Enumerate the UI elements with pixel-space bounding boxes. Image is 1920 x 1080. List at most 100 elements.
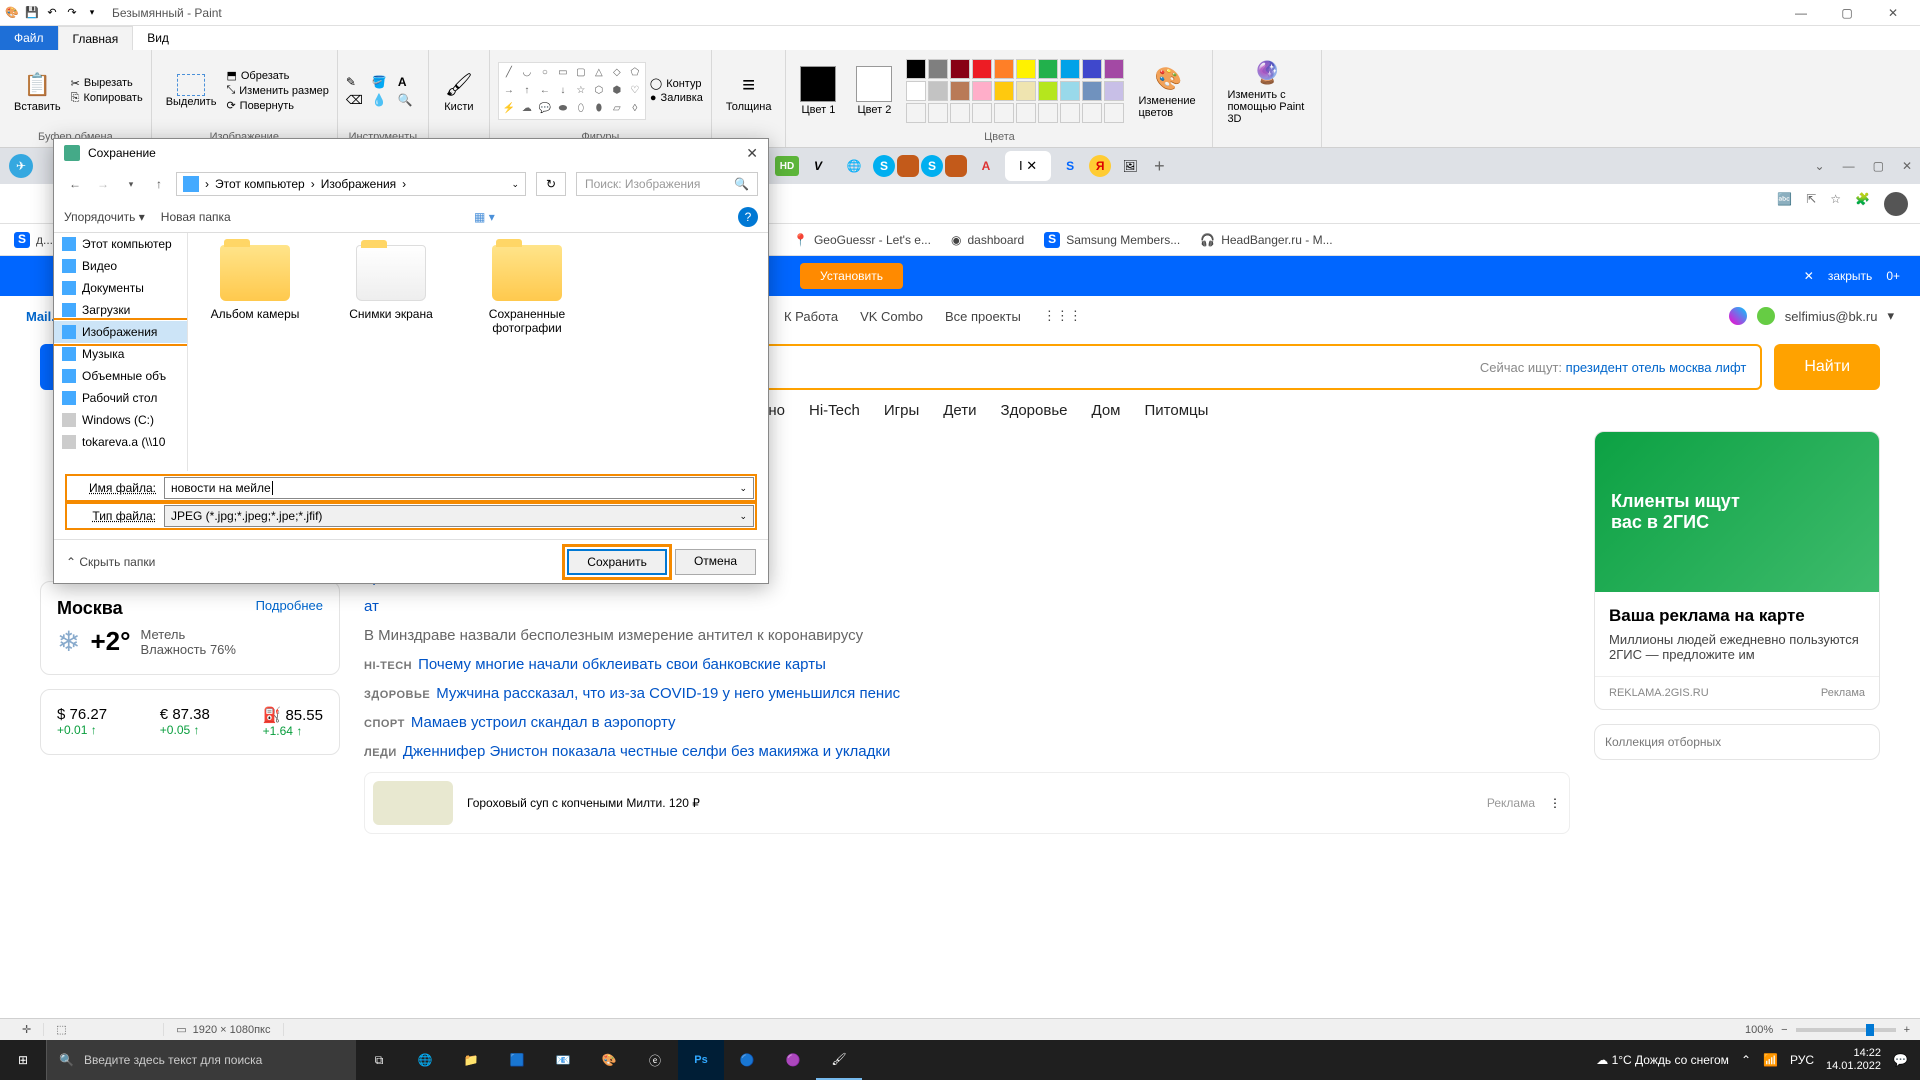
news-item[interactable]: HI-TECHПочему многие начали обклеивать с… <box>364 656 1570 673</box>
dialog-close-button[interactable]: ✕ <box>746 145 758 162</box>
brushes-button[interactable]: 🖌 Кисти <box>437 67 481 115</box>
edit-colors-button[interactable]: 🎨 Изменение цветов <box>1132 61 1204 121</box>
weather-more-link[interactable]: Подробнее <box>256 598 323 619</box>
tools-grid[interactable]: ✎🪣A ⌫💧🔍 <box>346 75 420 107</box>
taskbar-tiles[interactable]: 🟦 <box>494 1040 540 1080</box>
tab-home[interactable]: Главная <box>58 26 134 50</box>
close-button[interactable]: ✕ <box>1870 0 1916 26</box>
tray-weather[interactable]: ☁ 1°C Дождь со снегом <box>1596 1053 1729 1067</box>
promo-text[interactable]: Гороховый суп с копчеными Милти. 120 ₽ <box>467 796 700 810</box>
sidebar-item-3d[interactable]: Объемные объ <box>54 365 187 387</box>
view-button[interactable]: ▦ ▾ <box>474 210 495 224</box>
cancel-button[interactable]: Отмена <box>675 549 756 575</box>
tab-active[interactable]: I ✕ <box>1005 151 1051 181</box>
sidebar-item-pc[interactable]: Этот компьютер <box>54 233 187 255</box>
thickness-button[interactable]: ≡ Толщина <box>720 67 778 115</box>
news-item[interactable]: ЗДОРОВЬЕМужчина рассказал, что из-за COV… <box>364 685 1570 702</box>
avatar-icon[interactable] <box>1884 192 1908 216</box>
rates-card[interactable]: $ 76.27+0.01 ↑ € 87.38+0.05 ↑ ⛽ 85.55+1.… <box>40 689 340 755</box>
zoom-slider[interactable] <box>1796 1028 1896 1032</box>
banner-close-text[interactable]: закрыть <box>1828 269 1872 283</box>
new-folder-button[interactable]: Новая папка <box>161 210 231 224</box>
save-button[interactable]: Сохранить <box>567 549 667 575</box>
copy-button[interactable]: ⎘Копировать <box>71 92 143 105</box>
paint3d-button[interactable]: 🔮 Изменить с помощью Paint 3D <box>1221 55 1313 127</box>
outline-button[interactable]: ◯Контур <box>650 77 703 90</box>
search-button[interactable]: Найти <box>1774 344 1880 390</box>
mailru-menu-item[interactable]: Все проекты <box>945 309 1021 324</box>
more-icon[interactable]: ⋮ <box>1549 796 1561 810</box>
sidebar-item-desktop[interactable]: Рабочий стол <box>54 387 187 409</box>
crop-button[interactable]: ⬒Обрезать <box>226 69 328 82</box>
chevron-down-icon[interactable]: ⌄ <box>1815 159 1825 173</box>
bookmark-item[interactable]: 📍GeoGuessr - Let's e... <box>793 233 931 247</box>
nav-up-button[interactable]: ↑ <box>148 173 170 195</box>
sidebar-item-documents[interactable]: Документы <box>54 277 187 299</box>
nav-history-button[interactable]: ▾ <box>120 173 142 195</box>
weather-card[interactable]: Москва Подробнее ❄ +2° Метель Влажность … <box>40 581 340 675</box>
dialog-file-area[interactable]: Альбом камеры Снимки экрана Сохраненные … <box>188 233 768 471</box>
tab-skype2[interactable]: S <box>921 155 943 177</box>
save-icon[interactable]: 💾 <box>24 5 40 21</box>
resize-button[interactable]: ⤡Изменить размер <box>226 84 328 97</box>
tab-orange2[interactable] <box>945 155 967 177</box>
zoom-out-button[interactable]: − <box>1781 1024 1787 1036</box>
news-item[interactable]: ат <box>364 598 1570 615</box>
new-tab-button[interactable]: + <box>1154 156 1165 177</box>
tray-up-icon[interactable]: ⌃ <box>1741 1053 1751 1067</box>
taskbar-app2[interactable]: 🟣 <box>770 1040 816 1080</box>
rotate-button[interactable]: ⟳Повернуть <box>226 99 328 112</box>
mailru-menu-item[interactable]: VK Combo <box>860 309 923 324</box>
tab-view[interactable]: Вид <box>133 26 183 50</box>
color2-button[interactable]: Цвет 2 <box>850 64 898 118</box>
browser-minimize[interactable]: — <box>1843 159 1855 173</box>
minimize-button[interactable]: — <box>1778 0 1824 26</box>
share-icon[interactable]: ⇱ <box>1806 192 1816 216</box>
taskbar-ps[interactable]: Ps <box>678 1040 724 1080</box>
tab-skype1[interactable]: S <box>873 155 895 177</box>
color1-button[interactable]: Цвет 1 <box>794 64 842 118</box>
sidebar-item-network[interactable]: tokareva.a (\\10 <box>54 431 187 453</box>
tab-s[interactable]: S <box>1053 151 1087 181</box>
fill-button[interactable]: ●Заливка <box>650 92 703 104</box>
tab-v[interactable]: V <box>801 151 835 181</box>
collection-card[interactable]: Коллекция отборных <box>1594 724 1880 760</box>
undo-icon[interactable]: ↶ <box>44 5 60 21</box>
bookmark-item[interactable]: ◉dashboard <box>951 233 1024 247</box>
taskbar-ie[interactable]: ⓔ <box>632 1040 678 1080</box>
redo-icon[interactable]: ↷ <box>64 5 80 21</box>
help-button[interactable]: ? <box>738 207 758 227</box>
tab-a[interactable]: A <box>969 151 1003 181</box>
nav-item[interactable]: Hi-Tech <box>809 402 860 419</box>
sidebar-item-downloads[interactable]: Загрузки <box>54 299 187 321</box>
organize-button[interactable]: Упорядочить ▾ <box>64 210 145 224</box>
chevron-down-icon[interactable]: ▾ <box>1887 308 1894 324</box>
filetype-select[interactable]: JPEG (*.jpg;*.jpeg;*.jpe;*.jfif)⌄ <box>164 505 754 527</box>
tray-notifications-icon[interactable]: 💬 <box>1893 1053 1908 1067</box>
refresh-button[interactable]: ↻ <box>536 172 566 196</box>
nav-fwd-button[interactable]: → <box>92 173 114 195</box>
nav-item[interactable]: Здоровье <box>1001 402 1068 419</box>
star-icon[interactable]: ☆ <box>1830 192 1841 216</box>
browser-close[interactable]: ✕ <box>1902 159 1912 173</box>
apps-icon[interactable]: ⋮⋮⋮ <box>1043 308 1082 324</box>
sidebar-item-drive-c[interactable]: Windows (C:) <box>54 409 187 431</box>
paste-button[interactable]: 📋 Вставить <box>8 67 67 115</box>
start-button[interactable]: ⊞ <box>0 1040 46 1080</box>
tab-file[interactable]: Файл <box>0 26 58 50</box>
taskbar-paint[interactable]: 🖌 <box>816 1040 862 1080</box>
sidebar-item-images[interactable]: Изображения <box>54 321 187 343</box>
theme-icon[interactable] <box>1729 307 1747 325</box>
taskbar-chrome[interactable]: 🔵 <box>724 1040 770 1080</box>
tab-orange1[interactable] <box>897 155 919 177</box>
filename-input[interactable]: новости на мейле⌄ <box>164 477 754 499</box>
maximize-button[interactable]: ▢ <box>1824 0 1870 26</box>
browser-maximize[interactable]: ▢ <box>1873 159 1884 173</box>
tab-hd[interactable]: HD <box>775 156 799 176</box>
tab-globe[interactable]: 🌐 <box>837 151 871 181</box>
nav-item[interactable]: Дети <box>943 402 976 419</box>
nav-item[interactable]: Дом <box>1092 402 1121 419</box>
taskbar-explorer[interactable]: 📁 <box>448 1040 494 1080</box>
tab-telegram[interactable]: ✈ <box>9 154 33 178</box>
tray-clock[interactable]: 14:22 14.01.2022 <box>1826 1047 1881 1073</box>
